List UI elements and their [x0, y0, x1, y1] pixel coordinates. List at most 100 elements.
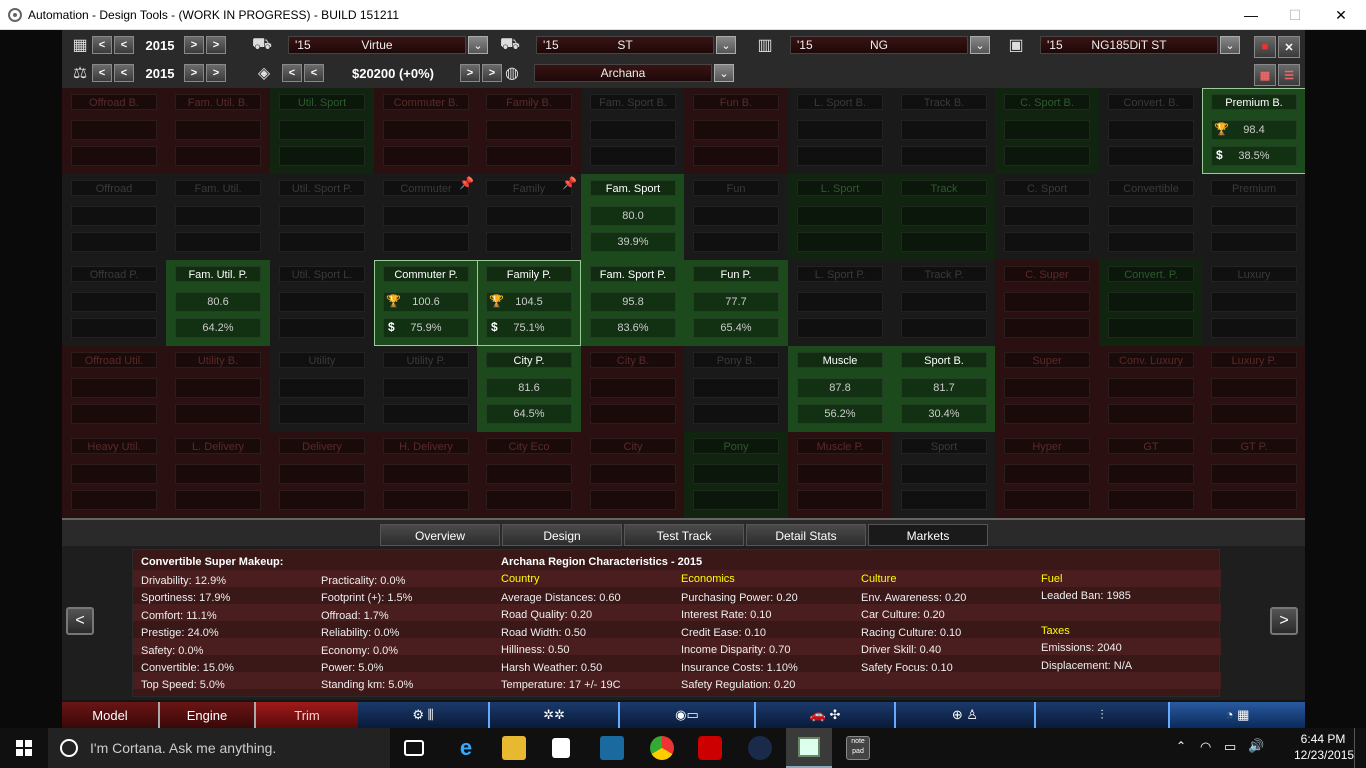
close-button[interactable]: ✕	[1318, 0, 1364, 30]
market-cell[interactable]: Conv. Luxury	[1099, 346, 1203, 432]
chrome-icon[interactable]	[650, 736, 674, 760]
file-explorer-icon[interactable]	[502, 736, 526, 760]
close-icon[interactable]: ✕	[1278, 36, 1300, 58]
market-cell[interactable]: Sport B. 81.7 30.4%	[892, 346, 996, 432]
market-cell[interactable]: Util. Sport L.	[270, 260, 374, 346]
task-view-icon[interactable]	[404, 740, 424, 756]
market-cell[interactable]: Luxury	[1202, 260, 1305, 346]
pin-icon[interactable]: 📌	[562, 176, 577, 190]
edge-icon[interactable]: e	[454, 736, 478, 760]
market-cell[interactable]: L. Delivery	[166, 432, 270, 518]
price-next-button[interactable]: >	[460, 64, 480, 82]
market-cell[interactable]: Super	[995, 346, 1099, 432]
market-cell[interactable]: Premium B. 98.4 38.5% 🏆 $	[1202, 88, 1305, 174]
maximize-button[interactable]: ☐	[1272, 0, 1318, 30]
minimize-button[interactable]: —	[1228, 0, 1274, 30]
list-view-icon[interactable]: ☰	[1278, 64, 1300, 86]
save-icon[interactable]: ■	[1254, 36, 1276, 58]
tab-design[interactable]: Design	[502, 524, 622, 546]
nav-gearbox-icon[interactable]: ⚙ ⫼	[358, 702, 488, 728]
market-cell[interactable]: GT	[1099, 432, 1203, 518]
market-cell[interactable]: Utility B.	[166, 346, 270, 432]
market-cell[interactable]: Offroad	[62, 174, 166, 260]
market-cell[interactable]: L. Sport	[788, 174, 892, 260]
nav-interior-icon[interactable]: ⊕ ♙	[894, 702, 1034, 728]
nav-aero-icon[interactable]: 🚗 ✣	[754, 702, 894, 728]
nav-testing-icon[interactable]: ◔ ▦	[1168, 702, 1305, 728]
market-cell[interactable]: Fun P. 77.7 65.4%	[684, 260, 788, 346]
app-icon-blue[interactable]	[600, 736, 624, 760]
market-cell[interactable]: Convertible	[1099, 174, 1203, 260]
market-cell[interactable]: City Eco	[477, 432, 581, 518]
year2-prev-button[interactable]: <	[114, 64, 134, 82]
market-cell[interactable]: GT P.	[1202, 432, 1305, 518]
chevron-up-icon[interactable]: ⌃	[1176, 739, 1186, 753]
windows-start-icon[interactable]	[16, 740, 32, 756]
chevron-down-icon[interactable]: ⌄	[714, 64, 734, 82]
cortana-search[interactable]: I'm Cortana. Ask me anything.	[48, 728, 390, 768]
year-next-button[interactable]: >	[184, 36, 204, 54]
market-cell[interactable]: Fam. Util. B.	[166, 88, 270, 174]
store-icon[interactable]	[552, 738, 570, 758]
year2-prev-fast-button[interactable]: <	[92, 64, 112, 82]
market-cell[interactable]: L. Sport P.	[788, 260, 892, 346]
tab-test-track[interactable]: Test Track	[624, 524, 744, 546]
market-cell[interactable]: City P. 81.6 64.5%	[477, 346, 581, 432]
price-next-fast-button[interactable]: >	[482, 64, 502, 82]
market-cell[interactable]: Family P. 104.5 75.1% 🏆 $	[477, 260, 581, 346]
market-cell[interactable]: Fun B.	[684, 88, 788, 174]
market-cell[interactable]: Luxury P.	[1202, 346, 1305, 432]
nav-engine[interactable]: Engine	[158, 702, 254, 728]
region-dropdown[interactable]: Archana	[534, 64, 712, 82]
market-cell[interactable]: Convert. P.	[1099, 260, 1203, 346]
grid-view-icon[interactable]: ▦	[1254, 64, 1276, 86]
nav-suspension-icon[interactable]: ⫶	[1034, 702, 1168, 728]
volume-icon[interactable]: 🔊	[1248, 738, 1264, 754]
prev-market-button[interactable]: <	[66, 607, 94, 635]
market-cell[interactable]: City	[581, 432, 685, 518]
power-app-icon[interactable]	[698, 736, 722, 760]
price-prev-fast-button[interactable]: <	[282, 64, 302, 82]
market-cell[interactable]: Commuter 📌	[374, 174, 478, 260]
clock-date[interactable]: 12/23/2015	[1294, 748, 1354, 762]
show-desktop-button[interactable]	[1354, 728, 1366, 768]
market-cell[interactable]: Track B.	[892, 88, 996, 174]
market-cell[interactable]: Heavy Util.	[62, 432, 166, 518]
market-cell[interactable]: Muscle 87.8 56.2%	[788, 346, 892, 432]
automation-task-active[interactable]	[786, 728, 832, 768]
market-cell[interactable]: Sport	[892, 432, 996, 518]
variant-dropdown[interactable]: '15 NG185DiT ST	[1040, 36, 1218, 54]
year2-next-fast-button[interactable]: >	[206, 64, 226, 82]
market-cell[interactable]: Commuter P. 100.6 75.9% 🏆 $	[374, 260, 478, 346]
market-cell[interactable]: Muscle P.	[788, 432, 892, 518]
wifi-icon[interactable]: ◠	[1200, 739, 1211, 755]
market-cell[interactable]: Delivery	[270, 432, 374, 518]
pin-icon[interactable]: 📌	[459, 176, 474, 190]
tab-detail-stats[interactable]: Detail Stats	[746, 524, 866, 546]
market-cell[interactable]: Fun	[684, 174, 788, 260]
market-cell[interactable]: Family 📌	[477, 174, 581, 260]
market-cell[interactable]: Pony	[684, 432, 788, 518]
market-cell[interactable]: Offroad Util.	[62, 346, 166, 432]
market-cell[interactable]: Offroad B.	[62, 88, 166, 174]
market-cell[interactable]: Util. Sport	[270, 88, 374, 174]
market-cell[interactable]: L. Sport B.	[788, 88, 892, 174]
price-prev-button[interactable]: <	[304, 64, 324, 82]
chevron-down-icon[interactable]: ⌄	[716, 36, 736, 54]
year2-next-button[interactable]: >	[184, 64, 204, 82]
market-cell[interactable]: Offroad P.	[62, 260, 166, 346]
market-cell[interactable]: Util. Sport P.	[270, 174, 374, 260]
market-cell[interactable]: Convert. B.	[1099, 88, 1203, 174]
tab-overview[interactable]: Overview	[380, 524, 500, 546]
market-cell[interactable]: City B.	[581, 346, 685, 432]
nav-trim[interactable]: Trim	[254, 702, 358, 728]
year-prev-fast-button[interactable]: <	[92, 36, 112, 54]
market-cell[interactable]: Premium	[1202, 174, 1305, 260]
market-cell[interactable]: C. Sport	[995, 174, 1099, 260]
market-cell[interactable]: H. Delivery	[374, 432, 478, 518]
year-next-fast-button[interactable]: >	[206, 36, 226, 54]
trim-dropdown[interactable]: '15 ST	[536, 36, 714, 54]
model-dropdown[interactable]: '15 Virtue	[288, 36, 466, 54]
nav-body-icon[interactable]: ◉▭	[618, 702, 754, 728]
engine-dropdown[interactable]: '15 NG	[790, 36, 968, 54]
